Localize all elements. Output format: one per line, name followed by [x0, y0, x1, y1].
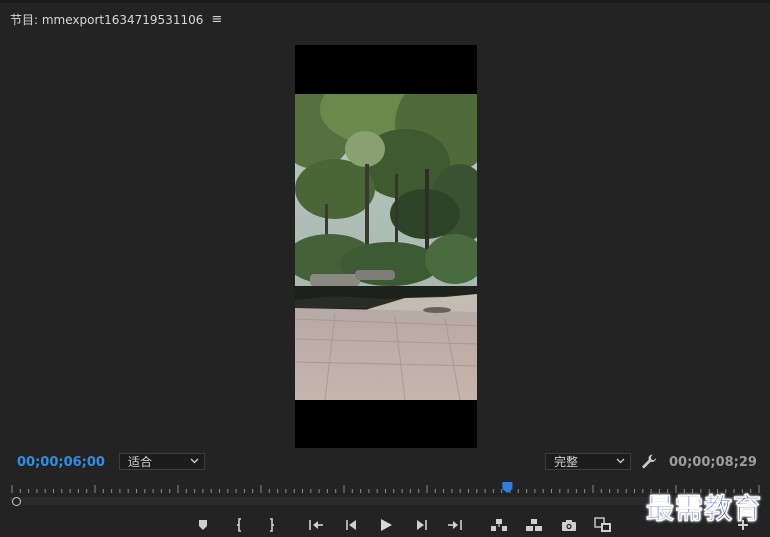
go-to-in-icon[interactable] — [306, 515, 326, 535]
lift-icon[interactable] — [489, 515, 509, 535]
mark-in-icon[interactable] — [230, 515, 250, 535]
panel-menu-icon[interactable]: ≡ — [211, 12, 222, 27]
top-strip — [0, 0, 770, 3]
duration-timecode: 00;00;08;29 — [669, 455, 757, 470]
step-forward-icon[interactable] — [412, 515, 432, 535]
settings-wrench-icon[interactable] — [641, 453, 658, 470]
marker-icon[interactable] — [193, 515, 213, 535]
playback-resolution-dropdown[interactable]: 完整 — [545, 453, 631, 470]
step-back-icon[interactable] — [341, 515, 361, 535]
zoom-level-dropdown[interactable]: 适合 — [119, 453, 205, 470]
go-to-out-icon[interactable] — [445, 515, 465, 535]
video-preview[interactable] — [295, 45, 477, 448]
zoom-level-value: 适合 — [128, 455, 153, 469]
watermark-logo: 最需教育 — [646, 492, 763, 526]
program-monitor-header: 节目: mmexport1634719531106 ≡ — [10, 10, 222, 28]
comparison-view-icon[interactable] — [593, 515, 613, 535]
playhead-marker[interactable] — [502, 482, 513, 493]
video-frame-image — [295, 94, 477, 400]
play-icon[interactable] — [376, 515, 396, 535]
panel-title[interactable]: 节目: mmexport1634719531106 — [10, 11, 203, 28]
chevron-down-icon — [616, 458, 625, 464]
extract-icon[interactable] — [524, 515, 544, 535]
playhead-timecode[interactable]: 00;00;06;00 — [17, 455, 105, 470]
chevron-down-icon — [190, 458, 199, 464]
playback-resolution-value: 完整 — [554, 455, 579, 469]
zoom-scroll-handle[interactable] — [12, 497, 21, 506]
export-frame-icon[interactable] — [559, 515, 579, 535]
mark-out-icon[interactable] — [261, 515, 281, 535]
